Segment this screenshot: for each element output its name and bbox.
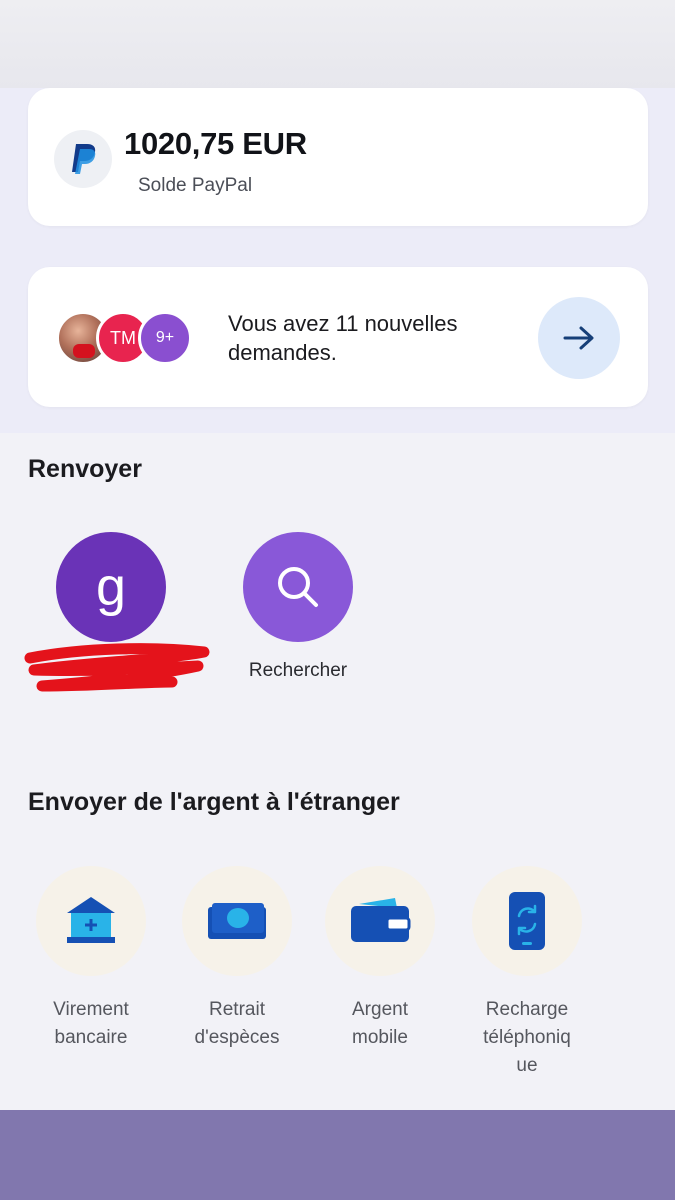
contact-avatar-g[interactable]: g — [56, 532, 166, 642]
bank-transfer-button[interactable] — [36, 866, 146, 976]
search-contact-label: Rechercher — [248, 660, 348, 681]
requests-card[interactable]: TM 9+ Vous avez 11 nouvelles demandes. — [28, 267, 648, 407]
bank-transfer-label: Virement bancaire — [53, 999, 129, 1048]
cash-icon — [208, 903, 266, 939]
paypal-logo-icon — [54, 130, 112, 188]
balance-label: Solde PayPal — [138, 175, 253, 196]
status-area — [0, 0, 675, 88]
balance-card[interactable]: 1020,75 EUR Solde PayPal — [28, 88, 648, 226]
arrow-right-icon — [563, 326, 594, 350]
search-contact-button[interactable] — [243, 532, 353, 642]
phone-recharge-label: Recharge téléphoniq ue — [483, 999, 571, 1076]
mobile-wallet-label: Argent mobile — [352, 999, 408, 1048]
bottom-bar — [0, 1110, 675, 1200]
requests-text: Vous avez 11 nouvelles demandes. — [228, 311, 458, 365]
search-icon — [278, 567, 318, 607]
balance-amount: 1020,75 EUR — [124, 126, 307, 161]
redaction-scribble — [24, 643, 210, 692]
cash-pickup-button[interactable] — [182, 866, 292, 976]
resend-section-title: Renvoyer — [28, 455, 142, 483]
bank-icon — [67, 897, 115, 943]
abroad-section-title: Envoyer de l'argent à l'étranger — [28, 788, 400, 816]
open-requests-button[interactable] — [538, 297, 620, 379]
contact-initial: g — [95, 557, 127, 617]
mobile-wallet-button[interactable] — [325, 866, 435, 976]
cash-pickup-label: Retrait d'espèces — [194, 999, 280, 1048]
wallet-icon — [351, 898, 411, 942]
avatar-more-count: 9+ — [138, 311, 192, 365]
phone-recharge-icon — [509, 892, 545, 950]
phone-recharge-button[interactable] — [472, 866, 582, 976]
